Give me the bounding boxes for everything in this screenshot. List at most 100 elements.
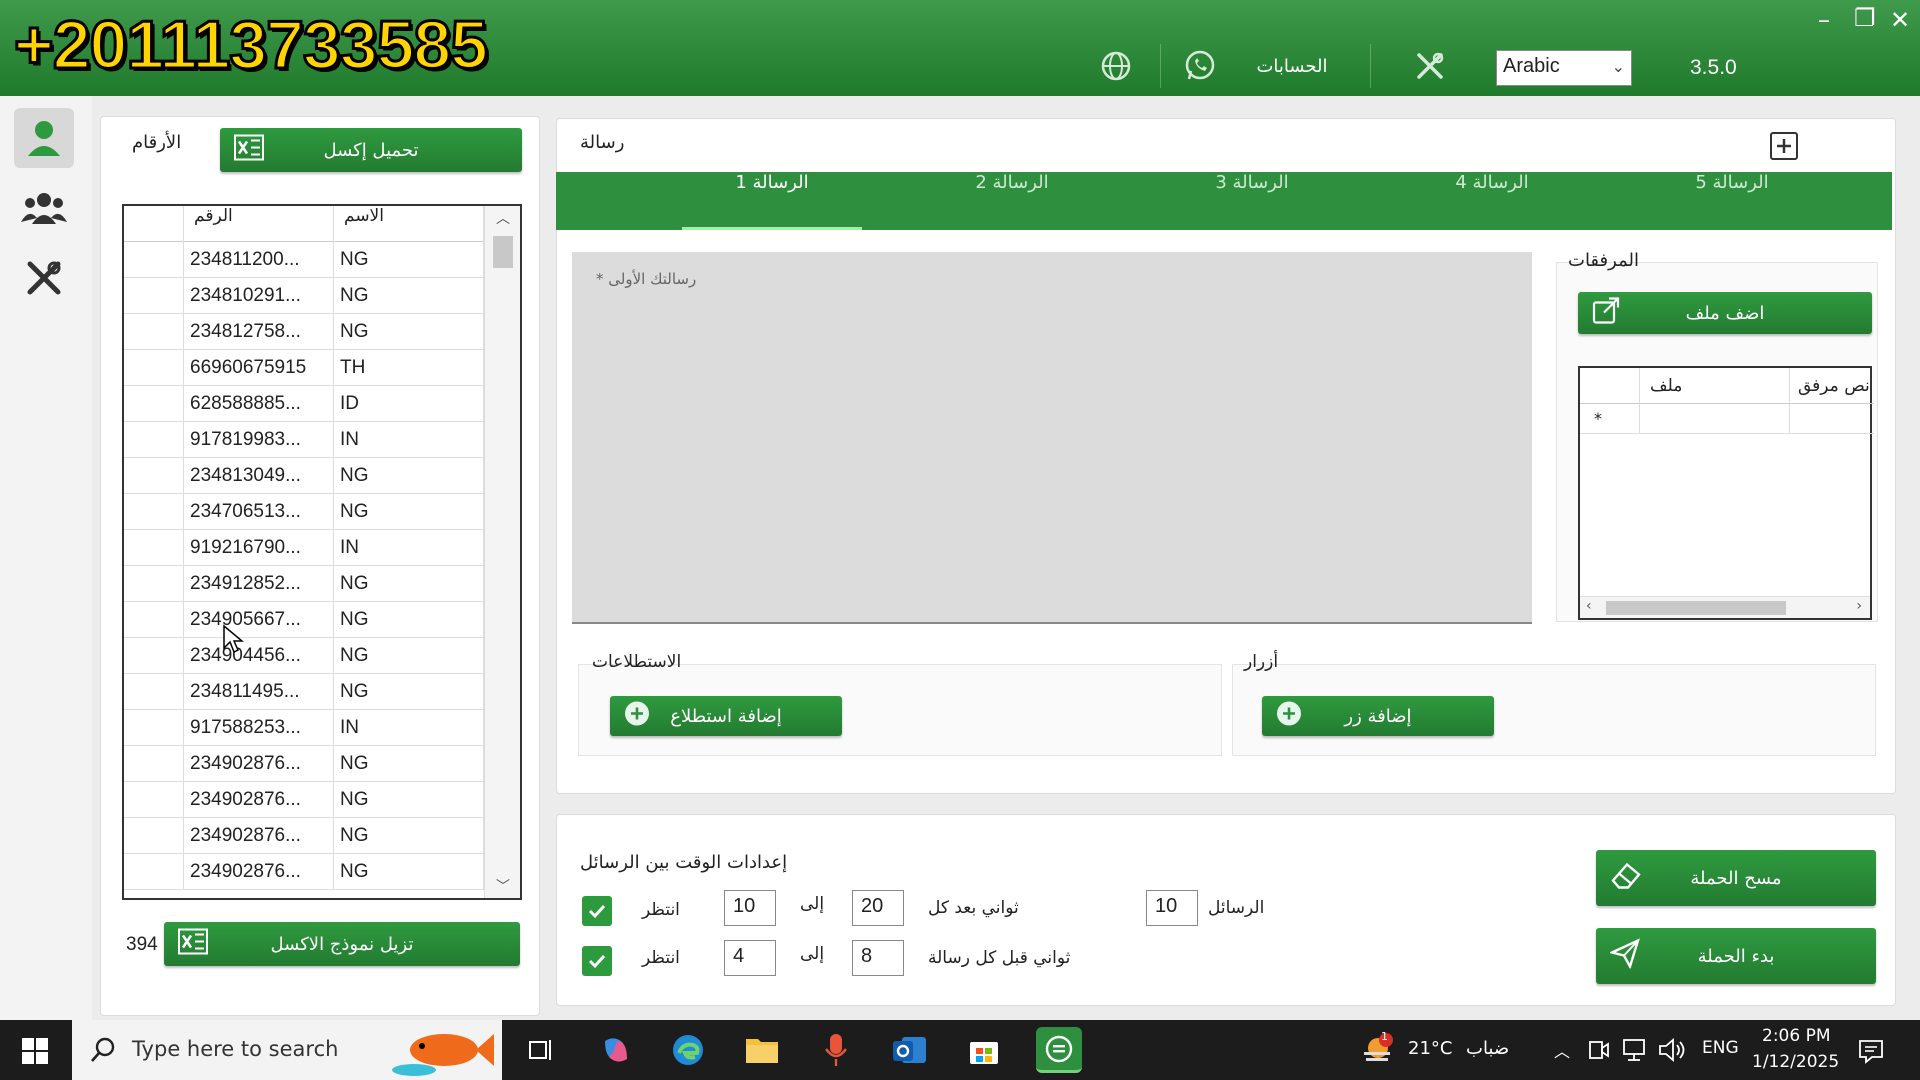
number-cell[interactable]: 628588885... — [184, 386, 334, 422]
name-cell[interactable]: NG — [334, 566, 484, 602]
tab-message-5[interactable]: الرسالة 5 — [1612, 172, 1852, 230]
row-header[interactable] — [124, 458, 184, 494]
name-cell[interactable]: NG — [334, 602, 484, 638]
chevron-up-icon[interactable]: ︿ — [1554, 1038, 1570, 1062]
network-icon[interactable] — [1622, 1038, 1648, 1066]
table-row[interactable]: 234811200... NG — [124, 242, 484, 278]
row-header[interactable] — [124, 638, 184, 674]
row-header[interactable] — [124, 674, 184, 710]
number-cell[interactable]: 234813049... — [184, 458, 334, 494]
number-cell[interactable]: 234902876... — [184, 782, 334, 818]
row-header[interactable] — [124, 854, 184, 890]
number-cell[interactable]: 917588253... — [184, 710, 334, 746]
row-header[interactable] — [124, 278, 184, 314]
weather-condition[interactable]: ضباب — [1466, 1038, 1509, 1059]
add-file-button[interactable]: اضف ملف — [1578, 292, 1872, 334]
name-cell[interactable]: NG — [334, 242, 484, 278]
name-cell[interactable]: NG — [334, 278, 484, 314]
language-select[interactable]: Arabic ⌄ — [1496, 50, 1632, 86]
copilot-icon[interactable] — [596, 1030, 636, 1070]
clock-time[interactable]: 2:06 PM — [1762, 1026, 1831, 1046]
name-cell[interactable]: ID — [334, 386, 484, 422]
store-icon[interactable] — [964, 1030, 1004, 1070]
table-row[interactable]: 234902876... NG — [124, 818, 484, 854]
table-row[interactable]: 234812758... NG — [124, 314, 484, 350]
tab-message-1[interactable]: الرسالة 1 — [652, 172, 892, 230]
input-language[interactable]: ENG — [1702, 1038, 1739, 1058]
weather-icon[interactable]: 1 — [1360, 1030, 1394, 1070]
wait-min-seconds-input[interactable]: 10 — [724, 890, 776, 926]
table-row[interactable]: 234902876... NG — [124, 746, 484, 782]
name-cell[interactable]: IN — [334, 710, 484, 746]
volume-icon[interactable] — [1658, 1038, 1686, 1066]
edge-icon[interactable] — [668, 1030, 708, 1070]
table-row[interactable]: 628588885... ID — [124, 386, 484, 422]
start-campaign-button[interactable]: بدء الحملة — [1596, 928, 1876, 984]
name-cell[interactable]: NG — [334, 638, 484, 674]
number-cell[interactable]: 234902876... — [184, 818, 334, 854]
row-header[interactable] — [124, 242, 184, 278]
number-cell[interactable]: 234811200... — [184, 242, 334, 278]
table-row[interactable]: 234904456... NG — [124, 638, 484, 674]
name-cell[interactable]: IN — [334, 530, 484, 566]
windows-start-icon[interactable] — [22, 1038, 48, 1068]
table-row[interactable]: 234811495... NG — [124, 674, 484, 710]
table-row[interactable]: 234912852... NG — [124, 566, 484, 602]
number-cell[interactable]: 234706513... — [184, 494, 334, 530]
number-cell[interactable]: 917819983... — [184, 422, 334, 458]
taskbar-search-box[interactable]: Type here to search — [72, 1020, 502, 1080]
scroll-right-icon[interactable]: › — [1856, 598, 1862, 614]
scroll-left-icon[interactable]: ‹ — [1586, 598, 1592, 614]
name-cell[interactable]: NG — [334, 818, 484, 854]
name-cell[interactable]: NG — [334, 746, 484, 782]
column-header-number[interactable]: الرقم — [184, 206, 334, 242]
table-row[interactable]: 234902876... NG — [124, 782, 484, 818]
number-cell[interactable]: 234905667... — [184, 602, 334, 638]
number-cell[interactable]: 234904456... — [184, 638, 334, 674]
user-icon[interactable] — [14, 108, 74, 168]
name-cell[interactable]: NG — [334, 494, 484, 530]
messages-count-input[interactable]: 10 — [1146, 890, 1198, 926]
column-header-attached-text[interactable]: نص مرفق — [1790, 368, 1874, 404]
name-cell[interactable]: NG — [334, 854, 484, 890]
row-header[interactable] — [124, 602, 184, 638]
table-row[interactable]: 66960675915 TH — [124, 350, 484, 386]
tab-message-3[interactable]: الرسالة 3 — [1132, 172, 1372, 230]
table-row[interactable]: 917819983... IN — [124, 422, 484, 458]
name-cell[interactable]: NG — [334, 782, 484, 818]
row-header[interactable] — [124, 422, 184, 458]
close-button[interactable]: ✕ — [1890, 6, 1910, 34]
table-row[interactable]: 917588253... IN — [124, 710, 484, 746]
wait-max-seconds-input[interactable]: 20 — [852, 890, 904, 926]
name-cell[interactable]: NG — [334, 674, 484, 710]
wait-before-checkbox[interactable] — [582, 946, 612, 976]
scroll-up-icon[interactable]: ︿ — [496, 208, 510, 228]
row-header[interactable] — [124, 782, 184, 818]
weather-temperature[interactable]: 21°C — [1408, 1038, 1452, 1059]
scrollbar-thumb[interactable] — [493, 236, 513, 268]
microphone-icon[interactable] — [816, 1030, 856, 1070]
column-header-name[interactable]: الاسم — [334, 206, 484, 242]
row-header[interactable] — [124, 386, 184, 422]
row-header[interactable] — [124, 494, 184, 530]
globe-icon[interactable] — [1096, 44, 1136, 88]
number-cell[interactable]: 919216790... — [184, 530, 334, 566]
tab-message-2[interactable]: الرسالة 2 — [892, 172, 1132, 230]
file-explorer-icon[interactable] — [742, 1030, 782, 1070]
number-cell[interactable]: 234902876... — [184, 854, 334, 890]
download-template-button[interactable]: تزيل نموذج الاكسل — [164, 922, 520, 966]
table-row[interactable]: 234706513... NG — [124, 494, 484, 530]
wait-after-checkbox[interactable] — [582, 896, 612, 926]
whatsapp-sender-app-icon[interactable] — [1036, 1027, 1082, 1073]
restore-button[interactable]: ❐ — [1854, 4, 1876, 32]
scroll-down-icon[interactable]: ﹀ — [496, 876, 510, 896]
scrollbar-thumb[interactable] — [1606, 601, 1786, 615]
task-view-icon[interactable] — [520, 1030, 560, 1070]
row-header[interactable] — [124, 350, 184, 386]
number-cell[interactable]: 234812758... — [184, 314, 334, 350]
upload-excel-button[interactable]: تحميل إكسل — [220, 128, 522, 172]
table-row[interactable]: 919216790... IN — [124, 530, 484, 566]
delay-min-seconds-input[interactable]: 4 — [724, 940, 776, 976]
table-row[interactable]: 234813049... NG — [124, 458, 484, 494]
tab-message-4[interactable]: الرسالة 4 — [1372, 172, 1612, 230]
